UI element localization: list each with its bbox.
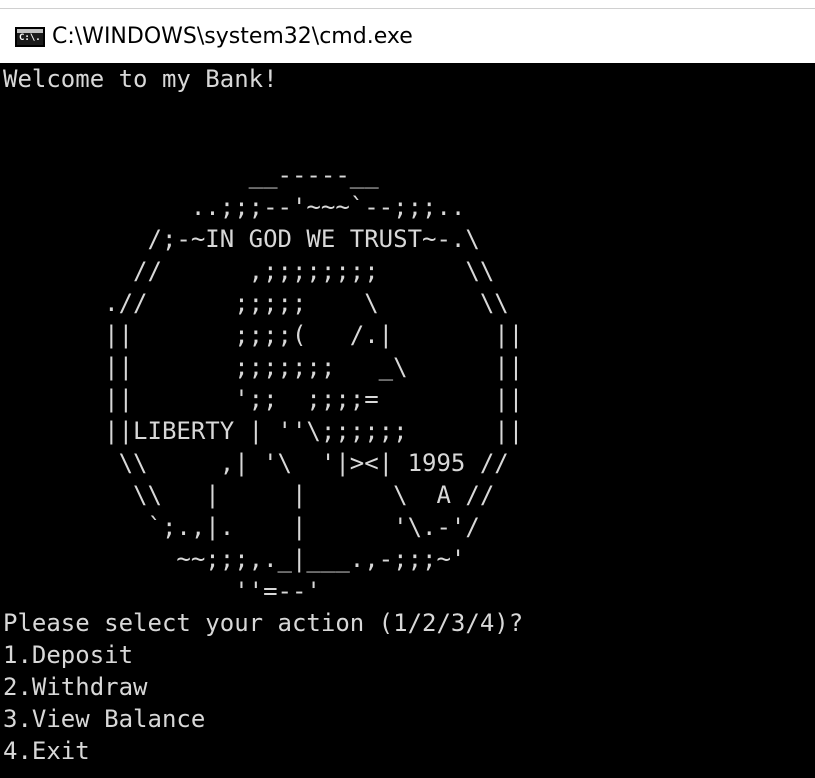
title-bar[interactable]: C:\. C:\WINDOWS\system32\cmd.exe xyxy=(0,8,815,63)
console-output[interactable]: Welcome to my Bank! __-----__ ..;;;--'~~… xyxy=(3,63,813,778)
ascii-coin-line: ..;;;--'~~~`--;;;.. xyxy=(3,193,466,221)
menu-option-view-balance: 3.View Balance xyxy=(3,705,206,733)
ascii-coin-line: // ,;;;;;;;; \\ xyxy=(3,257,495,285)
cmd-icon-glyph: C:\. xyxy=(19,33,41,43)
ascii-coin-line: /;-~IN GOD WE TRUST~-.\ xyxy=(3,225,480,253)
menu-option-exit: 4.Exit xyxy=(3,737,90,765)
ascii-coin-line: || ;;;;;;; _\ || xyxy=(3,353,524,381)
window-title: C:\WINDOWS\system32\cmd.exe xyxy=(52,24,413,49)
ascii-coin-line: \\ | | \ A // xyxy=(3,481,495,509)
background-strip xyxy=(0,0,815,8)
ascii-coin-line: .// ;;;;; \ \\ xyxy=(3,289,509,317)
cmd-window: C:\. C:\WINDOWS\system32\cmd.exe Welcome… xyxy=(0,0,815,778)
action-prompt: Please select your action (1/2/3/4)? xyxy=(3,609,524,637)
ascii-coin-line: ~~;;;,._|___.,-;;;~' xyxy=(3,545,466,573)
ascii-coin-line: __-----__ xyxy=(3,161,379,189)
welcome-message: Welcome to my Bank! xyxy=(3,65,278,93)
ascii-coin-line: `;.,|. | '\.-'/ xyxy=(3,513,480,541)
menu-option-withdraw: 2.Withdraw xyxy=(3,673,148,701)
ascii-coin-line: ||LIBERTY | ''\;;;;;; || xyxy=(3,417,524,445)
menu-option-deposit: 1.Deposit xyxy=(3,641,134,669)
ascii-coin-line: \\ ,| '\ '|><| 1995 // xyxy=(3,449,509,477)
cmd-console-icon[interactable]: C:\. xyxy=(15,27,45,47)
ascii-coin-line: || ';; ;;;;= || xyxy=(3,385,524,413)
ascii-coin-line: || ;;;;( /.| || xyxy=(3,321,524,349)
ascii-coin-line: ''=--' xyxy=(3,577,321,605)
